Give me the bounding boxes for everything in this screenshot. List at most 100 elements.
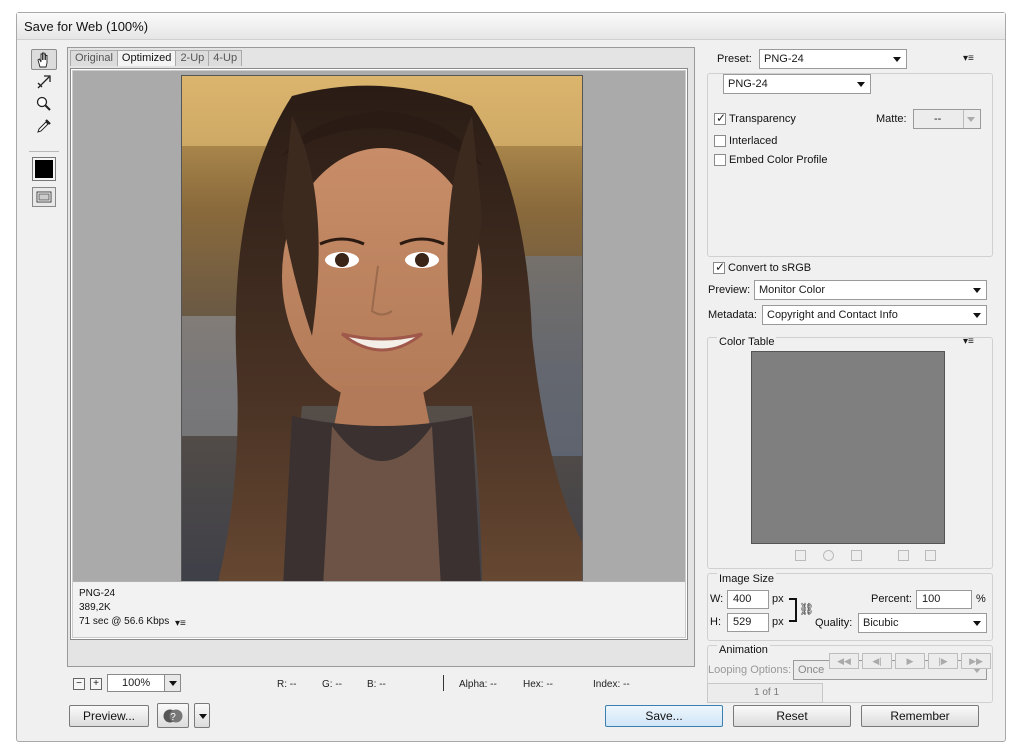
readout-g: G: -- xyxy=(322,679,342,690)
next-frame-icon[interactable]: |▶ xyxy=(928,653,958,669)
first-frame-icon[interactable]: ◀◀ xyxy=(829,653,859,669)
browser-preview-dropdown[interactable] xyxy=(194,703,210,728)
file-format-select[interactable]: PNG-24 xyxy=(723,74,871,94)
preset-select[interactable]: PNG-24 xyxy=(759,49,907,69)
save-for-web-dialog: Save for Web (100%) Original Optimized 2… xyxy=(16,12,1006,742)
trash-icon[interactable] xyxy=(925,550,936,561)
slice-select-tool-icon[interactable] xyxy=(31,71,57,92)
height-field[interactable]: 529 xyxy=(727,613,769,632)
readout-hex: Hex: -- xyxy=(523,679,553,690)
toolbox-divider xyxy=(29,151,59,152)
width-field[interactable]: 400 xyxy=(727,590,769,609)
quality-select[interactable]: Bicubic xyxy=(858,613,987,633)
eyedropper-tool-icon[interactable] xyxy=(31,115,57,136)
preview-image xyxy=(181,75,583,605)
tab-original[interactable]: Original xyxy=(70,50,118,66)
metadata-value: Copyright and Contact Info xyxy=(767,309,898,321)
info-format: PNG-24 xyxy=(79,588,116,599)
color-table-title: Color Table xyxy=(717,336,777,348)
chevron-down-icon xyxy=(973,288,981,293)
metadata-label: Metadata: xyxy=(708,309,757,321)
frame-counter: 1 of 1 xyxy=(754,687,780,698)
reset-button[interactable]: Reset xyxy=(733,705,851,727)
link-proportions-icon[interactable]: ⛓ xyxy=(799,602,814,616)
web-shift-icon[interactable] xyxy=(823,550,834,561)
preview-button[interactable]: Preview... xyxy=(69,705,149,727)
animation-title: Animation xyxy=(717,644,770,656)
transparency-checkbox[interactable] xyxy=(714,111,726,125)
lock-icon[interactable] xyxy=(851,550,862,561)
tab-optimized[interactable]: Optimized xyxy=(116,50,177,66)
tab-2-up[interactable]: 2-Up xyxy=(175,50,210,66)
matte-select[interactable]: -- xyxy=(913,109,981,129)
constrain-bracket xyxy=(789,598,797,622)
preview-mode-value: Monitor Color xyxy=(759,284,826,296)
remember-button[interactable]: Remember xyxy=(861,705,979,727)
matte-label: Matte: xyxy=(876,113,907,125)
color-table-menu-icon[interactable]: ▾≡ xyxy=(963,336,974,347)
zoom-level-value: 100% xyxy=(122,677,151,689)
toggle-slices-visibility-icon[interactable] xyxy=(32,187,56,207)
readout-alpha: Alpha: -- xyxy=(459,679,497,690)
preview-panel: Original Optimized 2-Up 4-Up PNG-24 389,… xyxy=(67,47,695,667)
hand-tool-icon[interactable] xyxy=(31,49,57,70)
readout-index: Index: -- xyxy=(593,679,630,690)
metadata-select[interactable]: Copyright and Contact Info xyxy=(762,305,987,325)
chevron-down-icon xyxy=(857,82,865,87)
chevron-down-icon xyxy=(893,57,901,62)
readout-r: R: -- xyxy=(277,679,297,690)
looping-options-value: Once xyxy=(798,664,825,676)
last-frame-icon[interactable]: ▶▶ xyxy=(961,653,991,669)
interlaced-label: Interlaced xyxy=(729,135,778,147)
percent-value: 100 xyxy=(922,593,941,605)
file-format-value: PNG-24 xyxy=(728,78,768,90)
height-label: H: xyxy=(710,616,721,628)
tab-4-up[interactable]: 4-Up xyxy=(208,50,243,66)
percent-field[interactable]: 100 xyxy=(916,590,972,609)
transparency-label: Transparency xyxy=(729,113,796,125)
zoom-tool-icon[interactable] xyxy=(31,93,57,114)
convert-srgb-checkbox[interactable] xyxy=(713,260,725,274)
width-unit: px xyxy=(772,593,784,605)
title-bar: Save for Web (100%) xyxy=(17,13,1005,40)
preset-label: Preset: xyxy=(717,53,752,65)
looping-options-label: Looping Options: xyxy=(708,664,792,676)
height-unit: px xyxy=(772,616,784,628)
zoom-level-select[interactable]: 100% xyxy=(107,674,181,692)
play-icon[interactable]: ▶ xyxy=(895,653,925,669)
width-label: W: xyxy=(710,593,724,605)
info-menu-icon[interactable]: ▾≡ xyxy=(175,618,186,629)
embed-color-profile-checkbox[interactable] xyxy=(714,154,726,166)
window-title: Save for Web (100%) xyxy=(24,19,149,34)
color-table xyxy=(751,351,945,544)
image-canvas[interactable]: PNG-24 389,2K 71 sec @ 56.6 Kbps ▾≡ xyxy=(70,68,688,640)
preset-value: PNG-24 xyxy=(764,53,804,65)
svg-text:?: ? xyxy=(170,712,176,723)
chevron-down-icon[interactable] xyxy=(164,675,180,691)
eyedropper-color-swatch[interactable] xyxy=(32,157,56,181)
interlaced-checkbox[interactable] xyxy=(714,135,726,147)
previous-frame-icon[interactable]: ◀| xyxy=(862,653,892,669)
preview-mode-label: Preview: xyxy=(708,284,751,296)
matte-value: -- xyxy=(934,113,942,125)
status-bar: − + 100% R: -- G: -- B: -- Alpha: -- Hex… xyxy=(67,673,695,695)
optimize-menu-icon[interactable]: ▾≡ xyxy=(963,53,974,64)
chevron-down-icon xyxy=(967,117,975,122)
save-button[interactable]: Save... xyxy=(605,705,723,727)
quality-value: Bicubic xyxy=(863,617,899,629)
image-size-title: Image Size xyxy=(717,573,777,585)
height-value: 529 xyxy=(733,616,752,628)
frame-counter-box: 1 of 1 xyxy=(707,683,823,703)
readout-b: B: -- xyxy=(367,679,386,690)
info-file-size: 389,2K xyxy=(79,602,111,613)
preview-mode-select[interactable]: Monitor Color xyxy=(754,280,987,300)
browser-preview-button[interactable]: ? xyxy=(157,703,189,728)
zoom-out-button[interactable]: − xyxy=(73,678,85,690)
zoom-in-button[interactable]: + xyxy=(90,678,102,690)
chevron-down-icon xyxy=(973,313,981,318)
quality-label: Quality: xyxy=(815,617,853,629)
map-transparency-icon[interactable] xyxy=(795,550,806,561)
new-color-icon[interactable] xyxy=(898,550,909,561)
optimization-info: PNG-24 389,2K 71 sec @ 56.6 Kbps ▾≡ xyxy=(73,581,685,637)
percent-unit: % xyxy=(976,593,986,605)
